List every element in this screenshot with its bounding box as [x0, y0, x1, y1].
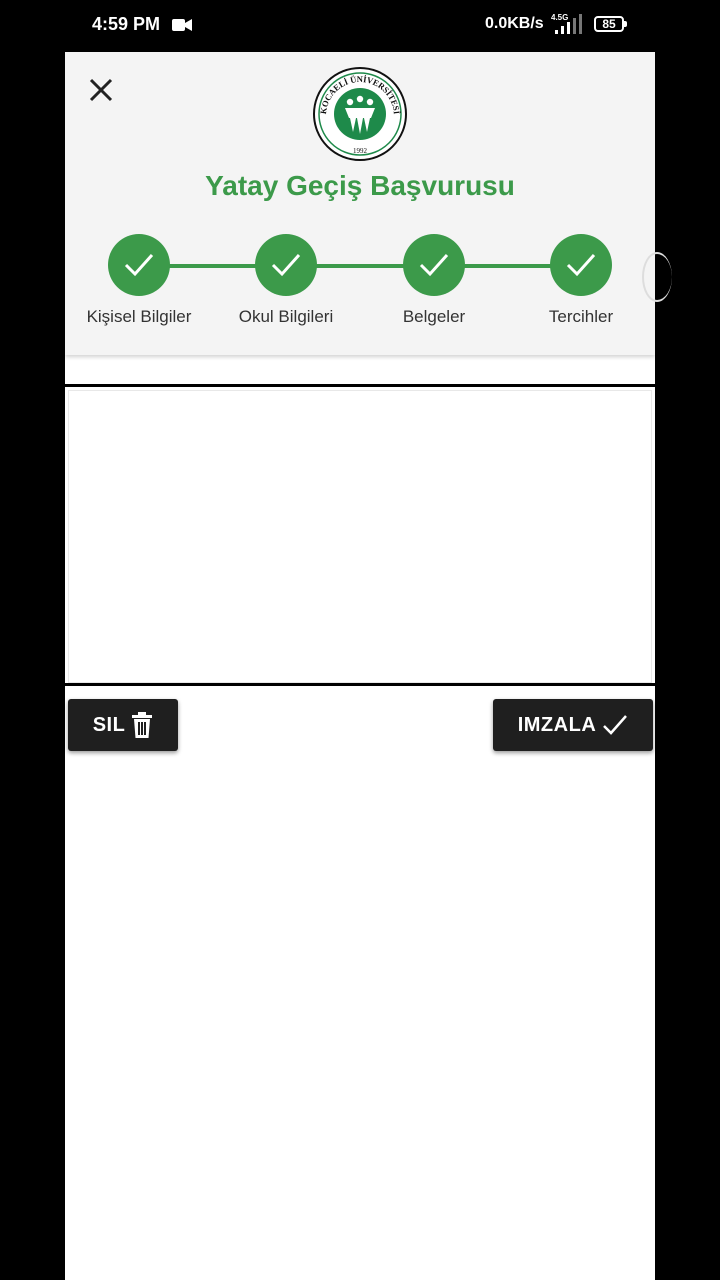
check-icon [419, 253, 449, 277]
clear-signature-button[interactable]: SIL [68, 699, 178, 751]
step-2-label: Okul Bilgileri [238, 307, 334, 326]
battery-icon: 85 [594, 16, 627, 32]
sign-button-label: IMZALA [517, 713, 597, 736]
checkmark-icon [603, 715, 628, 735]
status-bar: 4:59 PM 0.0KB/s 4.5G 85 [0, 0, 720, 52]
check-icon [124, 253, 154, 277]
check-icon [271, 253, 301, 277]
stepper: Kişisel Bilgiler Okul Bilgileri Belgeler… [65, 234, 672, 334]
clear-button-label: SIL [92, 713, 126, 736]
step-4-label: Tercihler [548, 307, 614, 326]
page-title: Yatay Geçiş Başvurusu [205, 170, 515, 201]
video-camera-icon [172, 19, 192, 31]
network-speed: 0.0KB/s [485, 15, 544, 32]
step-4-indicator[interactable] [550, 234, 612, 296]
signature-canvas[interactable] [68, 390, 652, 683]
sign-button[interactable]: IMZALA [493, 699, 653, 751]
signal-icon [555, 14, 582, 34]
step-1-label: Kişisel Bilgiler [86, 307, 192, 326]
university-logo: KOCAELİ ÜNİVERSİTESİ 1992 [313, 67, 407, 161]
signature-pad[interactable] [65, 384, 655, 686]
app-screen: KOCAELİ ÜNİVERSİTESİ 1992 Yatay Geçiş Ba… [65, 52, 672, 1280]
step-5-indicator-partial [642, 252, 672, 302]
step-2-indicator[interactable] [255, 234, 317, 296]
header: KOCAELİ ÜNİVERSİTESİ 1992 Yatay Geçiş Ba… [65, 52, 672, 355]
check-icon [566, 253, 596, 277]
step-3-indicator[interactable] [403, 234, 465, 296]
trash-icon [132, 712, 153, 738]
close-icon[interactable] [87, 76, 115, 104]
battery-level: 85 [602, 17, 616, 31]
status-time: 4:59 PM [92, 14, 161, 34]
svg-text:1992: 1992 [353, 147, 368, 155]
step-3-label: Belgeler [402, 307, 466, 326]
step-1-indicator[interactable] [108, 234, 170, 296]
